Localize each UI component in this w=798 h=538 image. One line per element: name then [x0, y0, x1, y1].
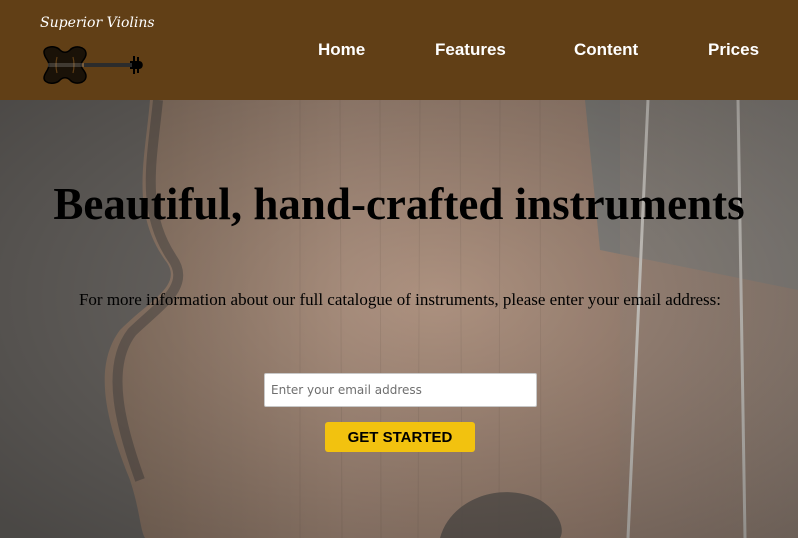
hero-section: Beautiful, hand-crafted instruments For …: [0, 100, 798, 538]
main-nav: Home Features Content Prices: [0, 40, 798, 62]
hero-background-image: [0, 100, 798, 538]
hero-title: Beautiful, hand-crafted instruments: [53, 179, 745, 229]
brand-name: Superior Violins: [40, 15, 155, 31]
email-input[interactable]: [264, 373, 537, 407]
site-header: Superior Violins Home Features Content P…: [0, 0, 798, 100]
hero-description: For more information about our full cata…: [78, 290, 722, 309]
nav-content[interactable]: Content: [574, 40, 638, 60]
nav-home[interactable]: Home: [318, 40, 365, 60]
get-started-button[interactable]: GET STARTED: [325, 422, 475, 452]
nav-features[interactable]: Features: [435, 40, 506, 60]
nav-prices[interactable]: Prices: [708, 40, 759, 60]
